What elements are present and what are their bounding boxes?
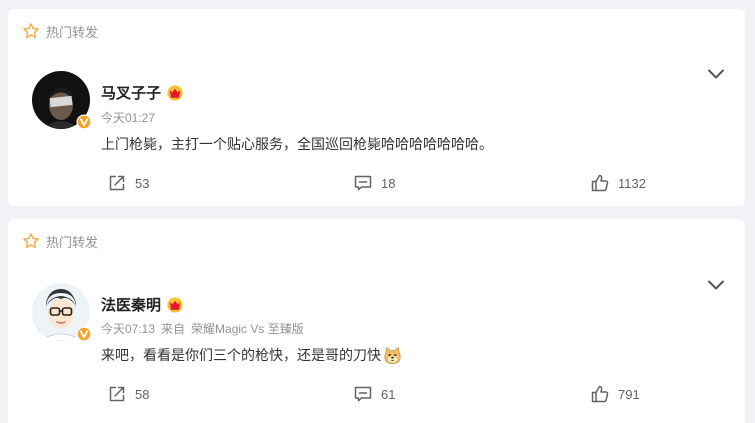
avatar[interactable] — [32, 283, 92, 342]
doge-emoji — [384, 346, 401, 364]
timestamp[interactable]: 今天07:13 — [101, 320, 155, 337]
thumbs-up-icon — [591, 385, 609, 403]
hot-repost-header: 热门转发 — [22, 21, 98, 41]
star-icon — [23, 23, 39, 39]
like-count: 1132 — [618, 175, 646, 191]
repost-button[interactable]: 58 — [107, 384, 149, 404]
crown-icon[interactable] — [166, 84, 184, 101]
comment-icon — [354, 386, 372, 402]
post-text: 上门枪毙，主打一个贴心服务，全国巡回枪毙哈哈哈哈哈哈哈。 — [101, 136, 493, 152]
author-row: 马叉子子 — [101, 82, 184, 103]
like-count: 791 — [618, 386, 640, 402]
thumbs-up-icon — [591, 174, 609, 192]
post-text-container: 来吧，看看是你们三个的枪快，还是哥的刀快 — [101, 345, 402, 365]
comment-icon — [354, 175, 372, 191]
author-name[interactable]: 马叉子子 — [101, 82, 161, 103]
comment-button[interactable]: 18 — [353, 173, 395, 193]
author-row: 法医秦明 — [101, 294, 184, 315]
action-bar: 53 18 1132 — [8, 173, 745, 195]
verified-badge-icon — [76, 326, 92, 342]
share-icon — [109, 386, 125, 402]
crown-icon[interactable] — [166, 296, 184, 313]
post-source[interactable]: 荣耀Magic Vs 至臻版 — [191, 320, 304, 337]
feed-card: 热门转发 法医秦明 今天07:13 来自 荣耀Magic Vs 至臻版 来吧，看… — [8, 219, 745, 423]
section-label: 热门转发 — [46, 234, 99, 250]
repost-button[interactable]: 53 — [107, 173, 149, 193]
like-button[interactable]: 1132 — [590, 173, 646, 193]
post-text: 来吧，看看是你们三个的枪快，还是哥的刀快 — [101, 347, 381, 363]
hot-repost-header: 热门转发 — [22, 231, 98, 251]
verified-badge-icon — [76, 114, 92, 130]
repost-count: 58 — [135, 386, 150, 402]
comment-button[interactable]: 61 — [353, 384, 395, 404]
repost-count: 53 — [135, 175, 150, 191]
comment-count: 18 — [381, 175, 396, 191]
chevron-down-icon[interactable] — [707, 279, 725, 291]
share-icon — [109, 175, 125, 191]
chevron-down-icon[interactable] — [707, 68, 725, 80]
avatar[interactable] — [32, 71, 92, 130]
section-label: 热门转发 — [46, 24, 99, 40]
post-meta: 今天01:27 — [101, 109, 155, 126]
like-button[interactable]: 791 — [590, 384, 640, 404]
feed-card: 热门转发 马叉子子 今天01:27 上门枪毙，主打一个贴心服务，全国巡回枪毙哈哈… — [8, 9, 745, 206]
post-text-container: 上门枪毙，主打一个贴心服务，全国巡回枪毙哈哈哈哈哈哈哈。 — [101, 134, 493, 154]
timestamp[interactable]: 今天01:27 — [101, 109, 155, 126]
source-prefix: 来自 — [161, 322, 186, 336]
author-name[interactable]: 法医秦明 — [101, 294, 161, 315]
post-meta: 今天07:13 来自 荣耀Magic Vs 至臻版 — [101, 320, 304, 337]
star-icon — [23, 233, 39, 249]
action-bar: 58 61 791 — [8, 384, 745, 406]
comment-count: 61 — [381, 386, 396, 402]
